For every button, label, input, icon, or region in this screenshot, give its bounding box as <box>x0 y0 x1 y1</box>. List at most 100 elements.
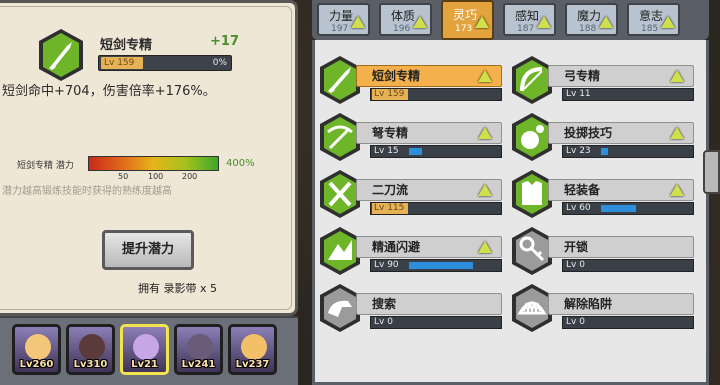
skill-item[interactable]: 弩专精 Lv 15 <box>318 112 503 162</box>
upgrade-triangle-icon <box>670 70 684 82</box>
upgrade-triangle-icon <box>670 184 684 196</box>
tab-attribute[interactable]: 体质 196 <box>379 3 432 36</box>
skill-level-bar: Lv 115 <box>370 202 502 215</box>
skill-name: 搜索 <box>372 297 397 311</box>
side-expand-handle[interactable] <box>703 150 720 194</box>
detail-description: 短剑命中+704，伤害倍率+176%。 <box>2 84 216 99</box>
skill-level: Lv 0 <box>566 317 585 327</box>
potential-tick: 200 <box>182 172 198 181</box>
upgrade-triangle-icon <box>478 184 492 196</box>
character-level: Lv21 <box>131 359 158 370</box>
skill-item[interactable]: 短剑专精 Lv 159 <box>318 55 503 105</box>
detail-progress: 0% <box>212 58 227 68</box>
tab-attribute[interactable]: 意志 185 <box>627 3 680 36</box>
tab-value: 188 <box>579 24 597 34</box>
character-portrait <box>241 334 267 360</box>
skill-name: 弓专精 <box>564 69 601 83</box>
skill-level: Lv 60 <box>566 203 591 213</box>
upgrade-potential-button[interactable]: 提升潜力 <box>102 230 194 270</box>
upgrade-triangle-icon <box>478 241 492 253</box>
skill-level: Lv 11 <box>566 89 591 99</box>
character-card[interactable]: Lv310 <box>66 324 115 375</box>
tab-label: 感知 <box>515 9 540 23</box>
tab-value: 196 <box>393 24 411 34</box>
skill-item[interactable]: 解除陷阱 Lv 0 <box>510 283 695 333</box>
skill-level-bar: Lv 15 <box>370 145 502 158</box>
skill-item[interactable]: 精通闪避 Lv 90 <box>318 226 503 276</box>
dagger-icon <box>39 29 83 81</box>
skill-item[interactable]: 投掷技巧 Lv 23 <box>510 112 695 162</box>
upgrade-triangle-icon <box>537 16 551 28</box>
skill-level: Lv 115 <box>372 203 408 214</box>
character-card[interactable]: Lv260 <box>12 324 61 375</box>
skill-name: 短剑专精 <box>372 69 421 83</box>
upgrade-triangle-icon <box>661 16 675 28</box>
character-level: Lv260 <box>19 359 54 370</box>
skill-item[interactable]: 搜索 Lv 0 <box>318 283 503 333</box>
skill-name: 解除陷阱 <box>564 297 613 311</box>
skill-level-bar: Lv 0 <box>562 259 694 272</box>
upgrade-triangle-icon <box>351 16 365 28</box>
tab-value: 197 <box>331 24 349 34</box>
character-portrait <box>187 334 213 360</box>
tab-label: 魔力 <box>577 9 602 23</box>
character-card[interactable]: Lv241 <box>174 324 223 375</box>
owned-item-count: 拥有 录影带 x 5 <box>138 282 217 295</box>
tab-label: 体质 <box>391 9 416 23</box>
tab-value: 185 <box>641 24 659 34</box>
potential-note: 潜力越高锻炼技能时获得的熟练度越高 <box>2 186 172 197</box>
skill-level-bar: Lv 90 <box>370 259 502 272</box>
potential-label: 短剑专精 潜力 <box>17 161 74 171</box>
skill-item[interactable]: 轻装备 Lv 60 <box>510 169 695 219</box>
potential-gauge <box>88 156 219 171</box>
detail-level-bar: Lv 159 0% <box>98 55 232 71</box>
character-card[interactable]: Lv237 <box>228 324 277 375</box>
tab-label: 灵巧 <box>453 8 478 22</box>
skill-level-bar: Lv 0 <box>370 316 502 329</box>
skill-name: 开锁 <box>564 240 589 254</box>
character-portrait <box>79 334 105 360</box>
detail-skill-bonus: +17 <box>210 34 239 49</box>
skill-progress-fill <box>409 262 473 269</box>
upgrade-triangle-icon <box>475 16 489 28</box>
upgrade-triangle-icon <box>478 127 492 139</box>
skill-level-bar: Lv 11 <box>562 88 694 101</box>
tab-value: 187 <box>517 24 535 34</box>
skill-level: Lv 159 <box>372 89 408 100</box>
detail-skill-name: 短剑专精 <box>100 38 153 53</box>
skill-level-bar: Lv 23 <box>562 145 694 158</box>
skill-level: Lv 90 <box>374 260 399 270</box>
skill-name: 精通闪避 <box>372 240 421 254</box>
skill-progress-fill <box>409 148 422 155</box>
skill-progress-fill <box>601 148 608 155</box>
potential-value: 400% <box>226 158 255 169</box>
detail-level: Lv 159 <box>101 57 143 69</box>
upgrade-triangle-icon <box>413 16 427 28</box>
character-portrait <box>25 334 51 360</box>
tab-attribute[interactable]: 魔力 188 <box>565 3 618 36</box>
upgrade-triangle-icon <box>478 70 492 82</box>
character-portrait <box>133 334 159 360</box>
skill-level: Lv 15 <box>374 146 399 156</box>
skill-item[interactable]: 二刀流 Lv 115 <box>318 169 503 219</box>
character-level: Lv237 <box>235 359 270 370</box>
tab-attribute[interactable]: 力量 197 <box>317 3 370 36</box>
tab-label: 力量 <box>329 9 354 23</box>
skill-item[interactable]: 弓专精 Lv 11 <box>510 55 695 105</box>
tab-attribute[interactable]: 感知 187 <box>503 3 556 36</box>
character-level: Lv310 <box>73 359 108 370</box>
skill-name: 投掷技巧 <box>564 126 613 140</box>
character-level: Lv241 <box>181 359 216 370</box>
tab-attribute[interactable]: 灵巧 173 <box>441 0 494 40</box>
skill-level-bar: Lv 0 <box>562 316 694 329</box>
skill-progress-fill <box>601 205 636 212</box>
skill-name: 二刀流 <box>372 183 409 197</box>
potential-tick: 100 <box>148 172 164 181</box>
character-card[interactable]: Lv21 <box>120 324 169 375</box>
skill-item[interactable]: 开锁 Lv 0 <box>510 226 695 276</box>
skill-level: Lv 23 <box>566 146 591 156</box>
skill-level: Lv 0 <box>374 317 393 327</box>
skill-name: 轻装备 <box>564 183 601 197</box>
potential-tick: 50 <box>118 172 129 181</box>
upgrade-triangle-icon <box>599 16 613 28</box>
